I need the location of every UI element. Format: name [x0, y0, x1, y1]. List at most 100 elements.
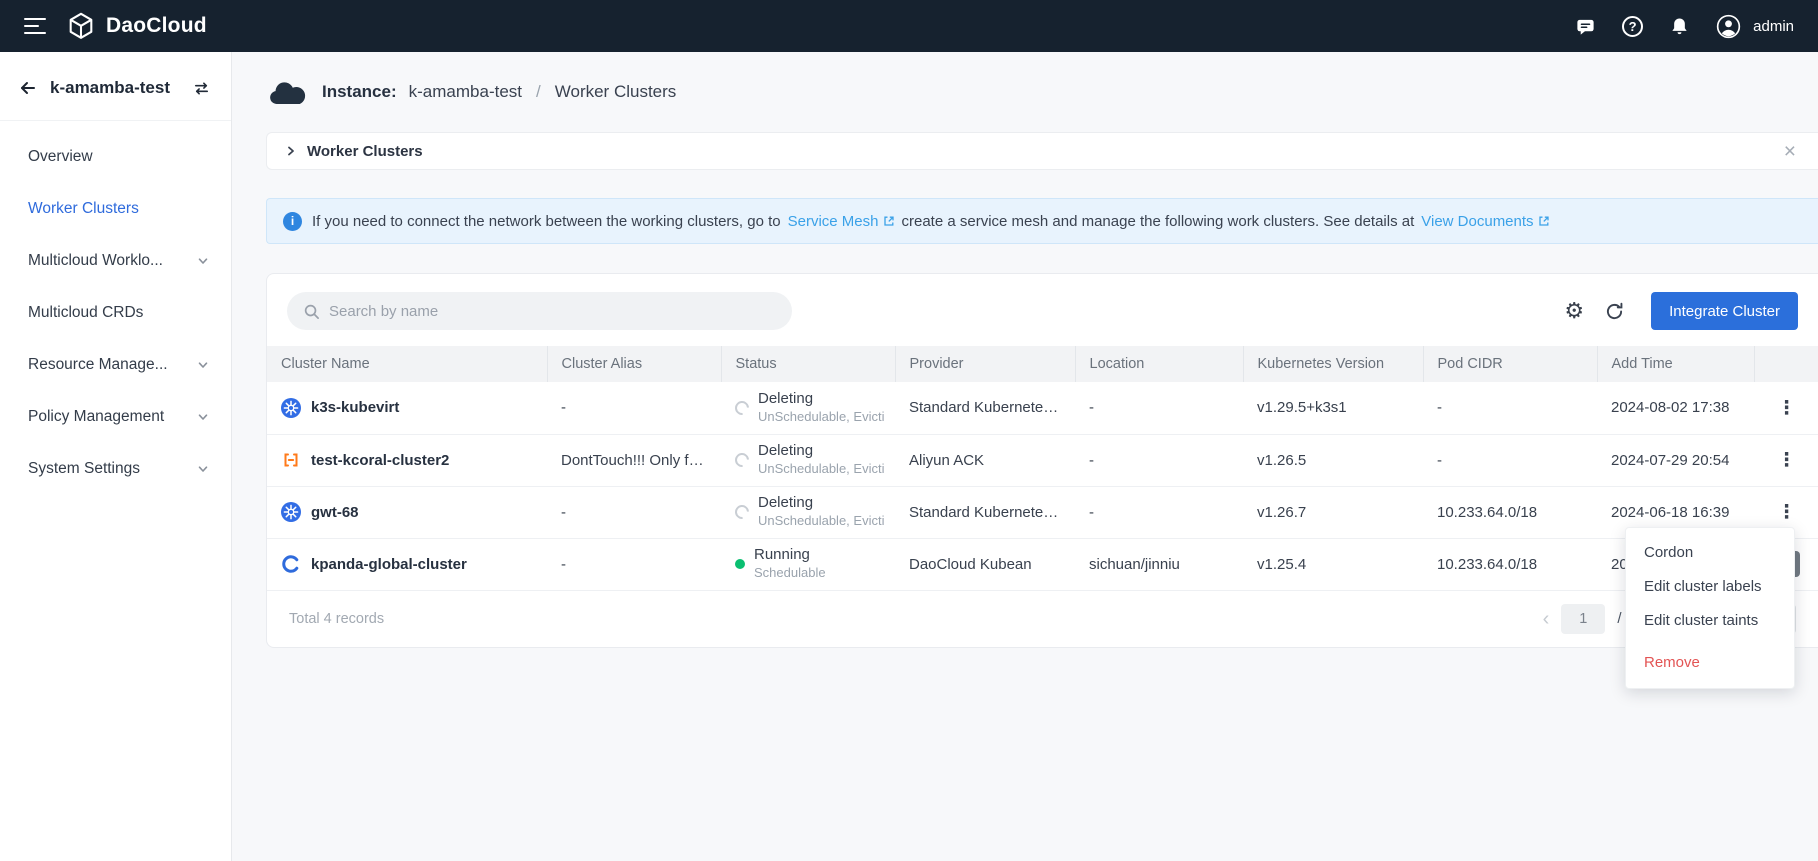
chevron-down-icon [197, 255, 209, 267]
menu-item-cordon[interactable]: Cordon [1626, 536, 1794, 570]
kubernetes-icon [281, 502, 301, 522]
sidebar-item-multicloud-worklo[interactable]: Multicloud Worklo... [0, 235, 231, 287]
sidebar-item-policy-management[interactable]: Policy Management [0, 391, 231, 443]
table-row: kpanda-global-cluster-RunningSchedulable… [267, 538, 1818, 590]
search-icon [303, 303, 320, 320]
switch-instance-icon[interactable] [192, 79, 211, 98]
status-subtext: UnSchedulable, Evicti [758, 461, 884, 478]
menu-toggle-button[interactable] [24, 17, 46, 35]
total-records: Total 4 records [289, 611, 384, 627]
table-row: test-kcoral-cluster2 DontTouch!!! Only fo… [267, 434, 1818, 486]
cluster-provider: Standard Kubernetes ... [895, 486, 1075, 538]
cluster-name[interactable]: test-kcoral-cluster2 [311, 452, 449, 469]
username[interactable]: admin [1753, 18, 1794, 35]
status-text: Deleting [758, 442, 884, 461]
topbar: DaoCloud ? [0, 0, 1818, 52]
close-icon[interactable]: × [1784, 141, 1796, 162]
cluster-provider: Aliyun ACK [895, 434, 1075, 486]
status-subtext: UnSchedulable, Evicti [758, 409, 884, 426]
column-header-location: Location [1075, 346, 1243, 382]
deleting-spinner-icon [732, 502, 752, 522]
breadcrumb-instance[interactable]: k-amamba-test [409, 82, 522, 102]
ellipsis-icon: ⋮ [1777, 397, 1796, 419]
cluster-alias: DontTouch!!! Only for ... [547, 434, 721, 486]
search-box[interactable] [287, 292, 792, 330]
cluster-location: - [1075, 382, 1243, 434]
aliyun-ack-icon [281, 450, 301, 470]
search-input[interactable] [329, 303, 776, 320]
sidebar-item-multicloud-crds[interactable]: Multicloud CRDs [0, 287, 231, 339]
row-actions-button[interactable]: ⋮ [1774, 395, 1800, 421]
status-subtext: UnSchedulable, Evicti [758, 513, 884, 530]
chevron-down-icon [197, 411, 209, 423]
refresh-icon[interactable] [1604, 301, 1625, 322]
instance-header: Instance: k-amamba-test / Worker Cluster… [232, 52, 1818, 132]
sidebar-item-system-settings[interactable]: System Settings [0, 443, 231, 495]
running-dot-icon [735, 559, 745, 569]
sidebar-item-overview[interactable]: Overview [0, 131, 231, 183]
row-actions-button[interactable]: ⋮ [1774, 447, 1800, 473]
help-glyph: ? [1622, 16, 1643, 37]
pod-cidr: - [1423, 382, 1597, 434]
previous-page-icon[interactable]: ‹ [1543, 609, 1550, 629]
cluster-name[interactable]: k3s-kubevirt [311, 399, 399, 416]
column-header-status: Status [721, 346, 895, 382]
cluster-name[interactable]: kpanda-global-cluster [311, 556, 467, 573]
deleting-spinner-icon [732, 398, 752, 418]
cloud-icon [266, 78, 308, 107]
collapse-bar-title: Worker Clusters [307, 143, 423, 160]
column-header-cluster-name: Cluster Name [267, 346, 547, 382]
integrate-cluster-button[interactable]: Integrate Cluster [1651, 292, 1798, 330]
brand[interactable]: DaoCloud [66, 11, 207, 41]
page-input[interactable] [1561, 604, 1605, 634]
deleting-spinner-icon [732, 450, 752, 470]
sidebar-item-worker-clusters[interactable]: Worker Clusters [0, 183, 231, 235]
instance-label: Instance: [322, 82, 397, 102]
gear-icon[interactable]: ⚙ [1564, 300, 1584, 322]
cluster-alias: - [547, 538, 721, 590]
service-mesh-link[interactable]: Service Mesh [788, 213, 895, 230]
cluster-provider: Standard Kubernetes ... [895, 382, 1075, 434]
external-link-icon [1538, 215, 1550, 227]
kubernetes-version: v1.26.7 [1243, 486, 1423, 538]
sidebar-item-label: Multicloud CRDs [28, 304, 143, 322]
avatar[interactable] [1716, 14, 1741, 39]
menu-item-remove[interactable]: Remove [1626, 646, 1794, 680]
column-header-provider: Provider [895, 346, 1075, 382]
ellipsis-icon: ⋮ [1777, 501, 1796, 523]
column-header-add-time: Add Time [1597, 346, 1754, 382]
kubernetes-version: v1.26.5 [1243, 434, 1423, 486]
sidebar-item-resource-manage[interactable]: Resource Manage... [0, 339, 231, 391]
topbar-actions: ? admin [1575, 14, 1794, 39]
status-text: Deleting [758, 494, 884, 513]
help-icon[interactable]: ? [1622, 16, 1643, 37]
kubernetes-icon [281, 398, 301, 418]
clusters-toolbar: ⚙ Integrate Cluster [267, 274, 1818, 346]
alert-text-middle: create a service mesh and manage the fol… [902, 213, 1415, 230]
cluster-alias: - [547, 382, 721, 434]
view-documents-link[interactable]: View Documents [1421, 213, 1549, 230]
column-header-kubernetes-version: Kubernetes Version [1243, 346, 1423, 382]
messages-icon[interactable] [1575, 16, 1596, 37]
row-actions-button[interactable]: ⋮ [1774, 499, 1800, 525]
row-actions-menu: CordonEdit cluster labelsEdit cluster ta… [1625, 527, 1795, 689]
cluster-alias: - [547, 486, 721, 538]
sidebar-item-label: Resource Manage... [28, 356, 168, 374]
table-footer: Total 4 records ‹ / 1 [267, 591, 1818, 647]
cluster-provider: DaoCloud Kubean [895, 538, 1075, 590]
sidebar: k-amamba-test OverviewWorker ClustersMul… [0, 52, 232, 861]
back-icon[interactable] [18, 78, 38, 98]
menu-item-edit-cluster-labels[interactable]: Edit cluster labels [1626, 570, 1794, 604]
cluster-name[interactable]: gwt-68 [311, 504, 359, 521]
breadcrumb-separator: / [536, 82, 541, 102]
status-text: Deleting [758, 390, 884, 409]
kubernetes-version: v1.29.5+k3s1 [1243, 382, 1423, 434]
column-header-pod-cidr: Pod CIDR [1423, 346, 1597, 382]
add-time: 2024-07-29 20:54 [1597, 434, 1754, 486]
menu-item-edit-cluster-taints[interactable]: Edit cluster taints [1626, 604, 1794, 638]
alert-text-before: If you need to connect the network betwe… [312, 213, 781, 230]
sidebar-item-label: Overview [28, 148, 93, 166]
notifications-bell-icon[interactable] [1669, 16, 1690, 37]
worker-clusters-collapse-bar[interactable]: Worker Clusters × [266, 132, 1818, 170]
sidebar-nav: Overview Worker ClustersMulticloud Worklo… [0, 121, 231, 495]
